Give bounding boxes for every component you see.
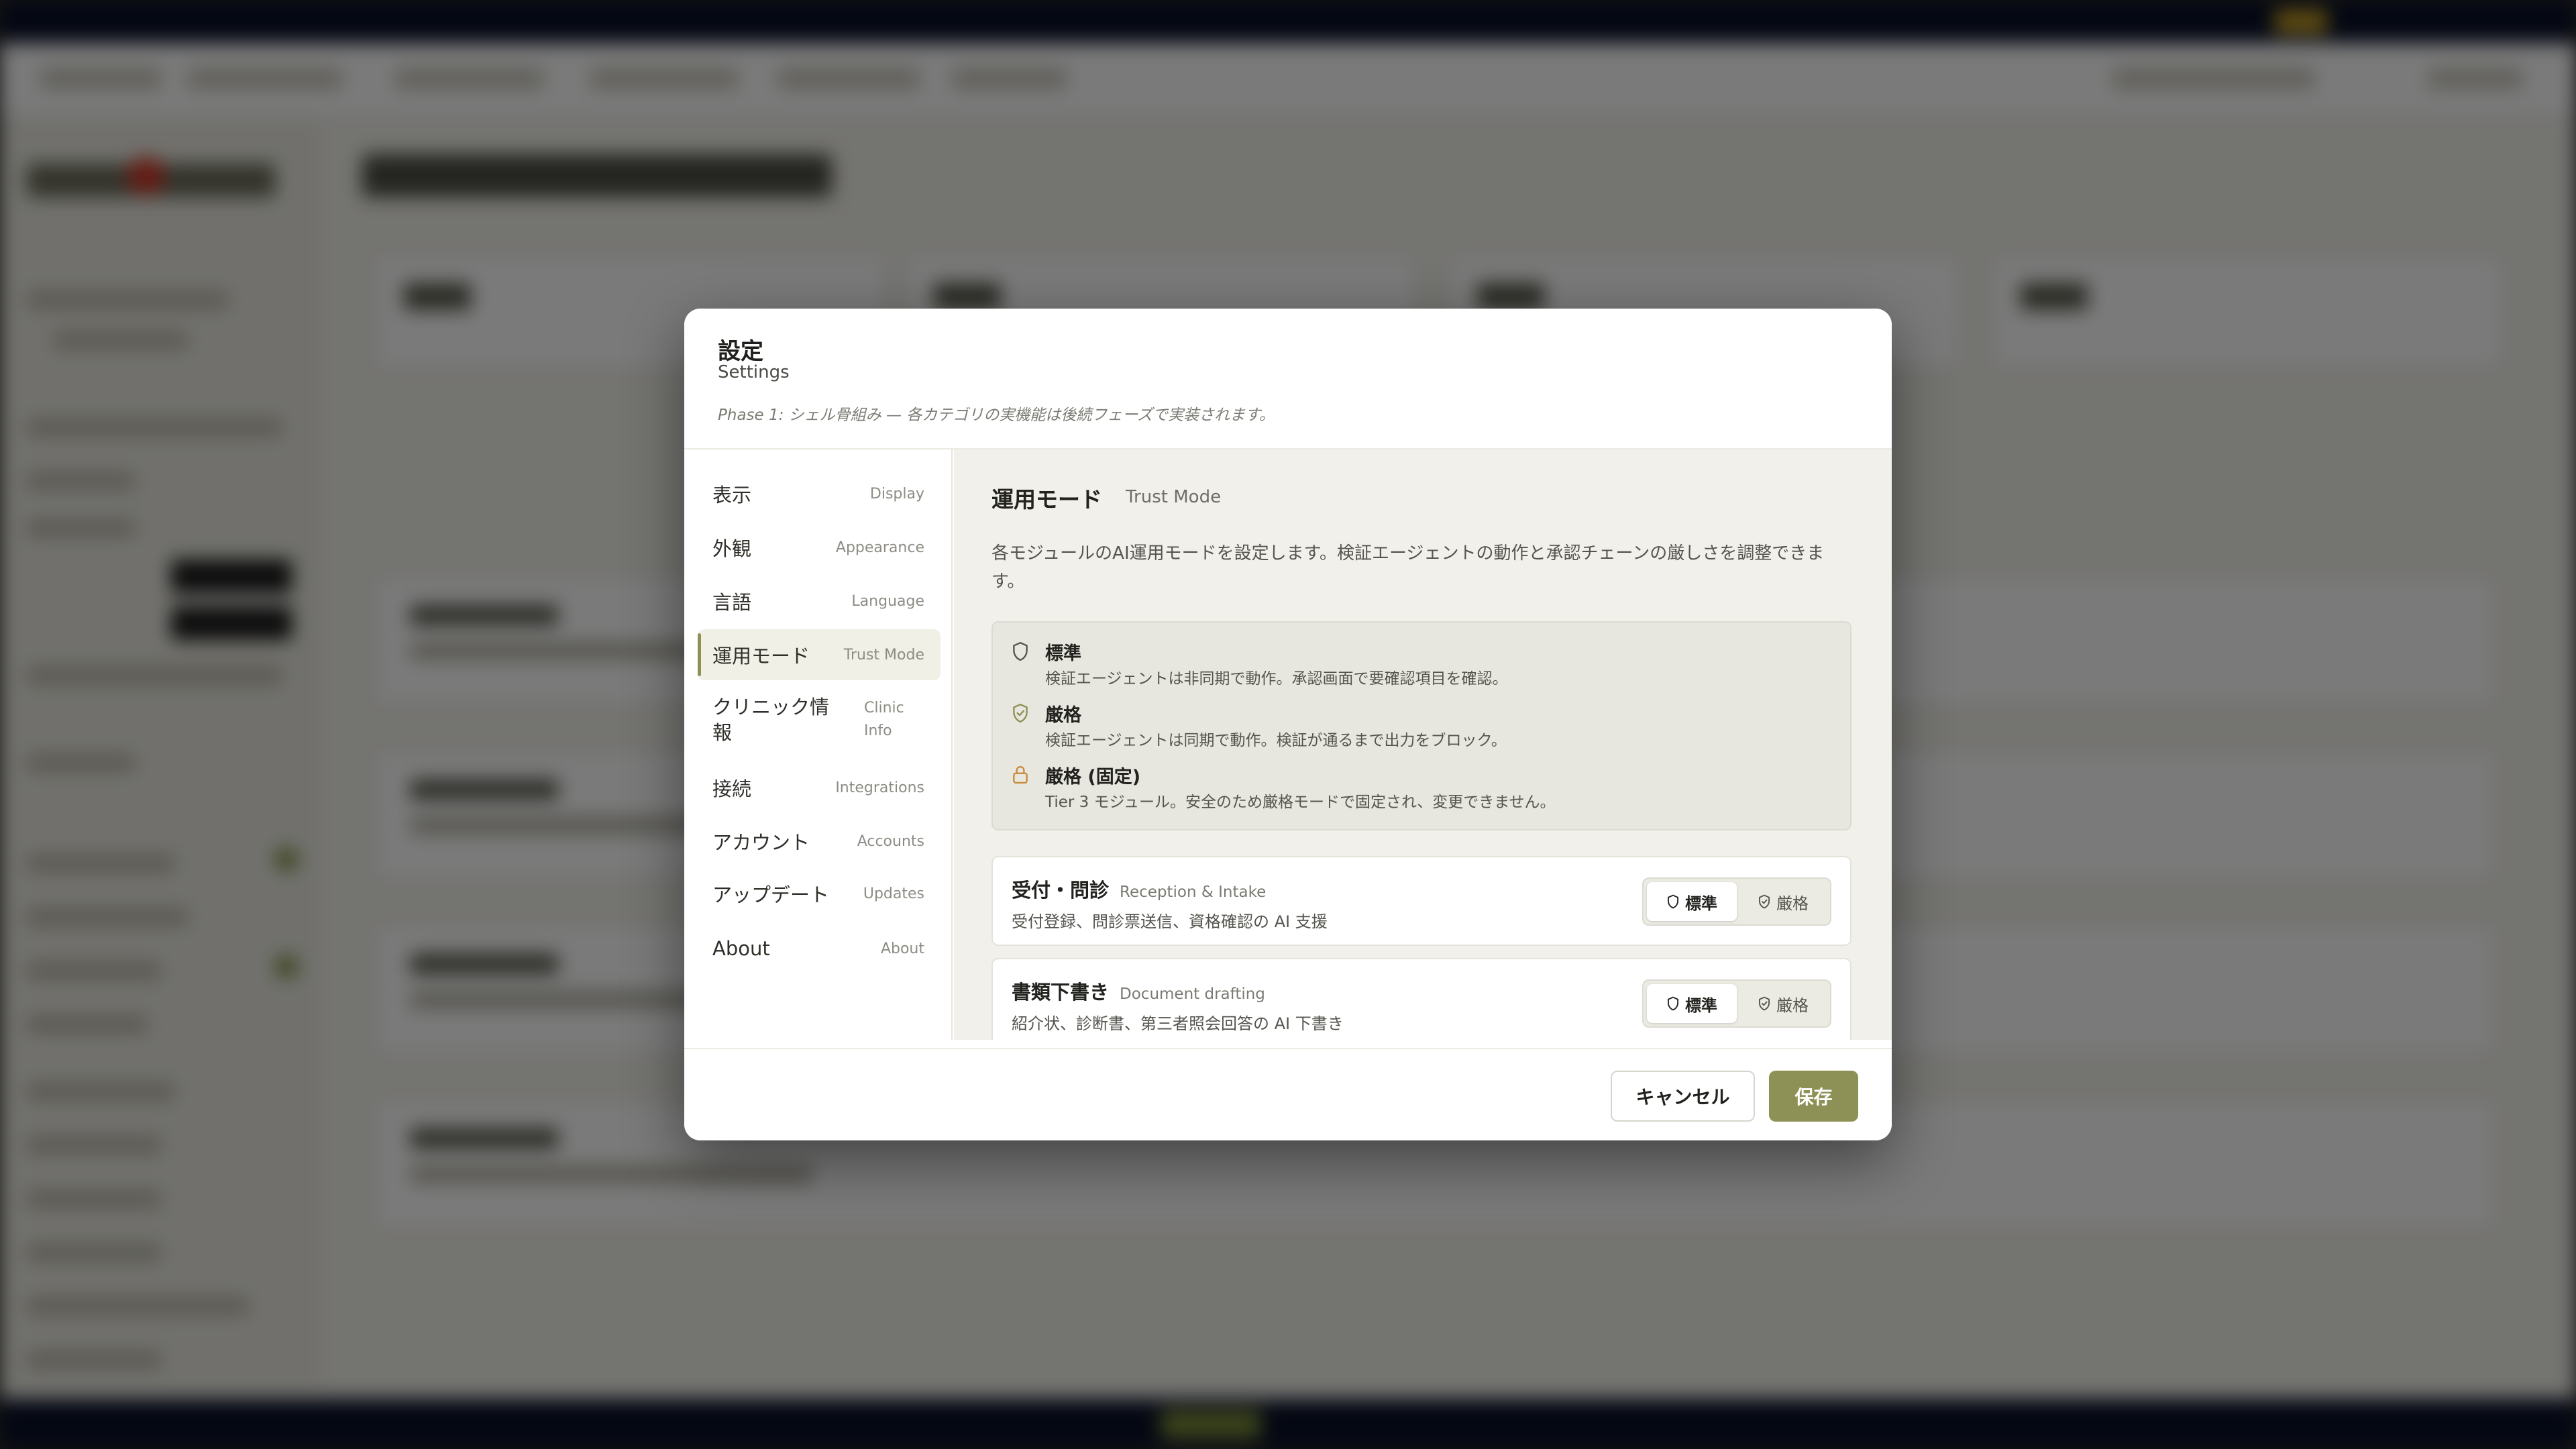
module-title: 書類下書き Document drafting xyxy=(1012,977,1265,1005)
nav-item-integrations[interactable]: 接続 Integrations xyxy=(698,762,941,813)
save-button[interactable]: 保存 xyxy=(1769,1071,1858,1122)
module-description: 紹介状、診断書、第三者照会回答の AI 下書き xyxy=(1012,1014,1344,1033)
dialog-body: 表示 Display 外観 Appearance 言語 Language 運用モ… xyxy=(684,448,1892,1040)
nav-item-label: アップデート xyxy=(712,883,830,906)
lock-icon xyxy=(1013,766,1028,784)
module-en-name: Reception & Intake xyxy=(1120,883,1267,901)
nav-item-updates[interactable]: アップデート Updates xyxy=(698,868,941,919)
nav-item-display[interactable]: 表示 Display xyxy=(698,468,941,519)
module-en-name: Document drafting xyxy=(1120,985,1265,1003)
nav-item-label: 言語 xyxy=(712,591,752,614)
dialog-subtitle: Settings xyxy=(718,362,790,382)
nav-item-accounts[interactable]: アカウント Accounts xyxy=(698,816,941,867)
module-name: 受付・問診 xyxy=(1012,879,1110,902)
nav-item-en-label: Integrations xyxy=(835,779,924,796)
nav-item-en-label: About xyxy=(880,940,924,957)
mode-strict-button[interactable]: 厳格 xyxy=(1738,882,1828,921)
section-description: 各モジュールのAI運用モードを設定します。検証エージェントの動作と承認チェーンの… xyxy=(991,543,1825,592)
legend-name: 標準 xyxy=(1045,643,1081,664)
legend-name: 厳格 xyxy=(1045,705,1081,726)
nav-item-label: 接続 xyxy=(712,777,752,800)
nav-item-en-label: Display xyxy=(869,485,924,502)
nav-item-clinic-info[interactable]: クリニック情報 Clinic Info xyxy=(698,683,941,757)
cancel-button[interactable]: キャンセル xyxy=(1611,1071,1755,1122)
legend-desc: Tier 3 モジュール。安全のため厳格モードで固定され、変更できません。 xyxy=(1045,794,1556,811)
trust-mode-panel: 運用モード Trust Mode 各モジュールのAI運用モードを設定します。検証… xyxy=(954,449,1892,1040)
nav-item-label: 外観 xyxy=(712,537,752,560)
mode-strict-label: 厳格 xyxy=(1776,996,1809,1015)
shield-outline-icon xyxy=(1667,996,1679,1011)
shield-check-icon xyxy=(1013,703,1028,723)
legend-desc: 検証エージェントは同期で動作。検証が通るまで出力をブロック。 xyxy=(1045,732,1507,749)
settings-nav: 表示 Display 外観 Appearance 言語 Language 運用モ… xyxy=(684,449,953,1040)
nav-item-label: 表示 xyxy=(712,484,752,506)
mode-standard-label: 標準 xyxy=(1685,894,1717,913)
nav-item-en-label: Clinic Info xyxy=(864,700,904,739)
shield-outline-icon xyxy=(1013,641,1028,661)
mode-toggle: 標準 厳格 xyxy=(1642,979,1831,1028)
shield-outline-icon xyxy=(1667,894,1679,909)
nav-item-label: About xyxy=(712,937,770,960)
mode-standard-label: 標準 xyxy=(1685,996,1717,1015)
nav-item-en-label: Accounts xyxy=(857,833,924,850)
phase-note: Phase 1: シェル骨組み — 各カテゴリの実機能は後続フェーズで実装されま… xyxy=(718,407,1275,424)
module-description: 受付登録、問診票送信、資格確認の AI 支援 xyxy=(1012,912,1328,931)
shield-check-icon xyxy=(1758,996,1770,1011)
mode-strict-label: 厳格 xyxy=(1776,894,1809,913)
module-card-document-drafting: 書類下書き Document drafting 紹介状、診断書、第三者照会回答の … xyxy=(991,958,1851,1040)
nav-item-trust-mode[interactable]: 運用モード Trust Mode xyxy=(698,629,941,680)
legend-desc: 検証エージェントは非同期で動作。承認画面で要確認項目を確認。 xyxy=(1045,670,1508,688)
dialog-footer: キャンセル 保存 xyxy=(684,1048,1892,1140)
dialog-header: 設定 Settings Phase 1: シェル骨組み — 各カテゴリの実機能は… xyxy=(684,309,1892,448)
nav-item-language[interactable]: 言語 Language xyxy=(698,576,941,627)
module-title: 受付・問診 Reception & Intake xyxy=(1012,875,1266,903)
shield-check-icon xyxy=(1758,894,1770,909)
nav-item-en-label: Updates xyxy=(863,885,924,902)
nav-item-label: 運用モード xyxy=(712,645,810,667)
mode-toggle: 標準 厳格 xyxy=(1642,877,1831,926)
module-card-reception: 受付・問診 Reception & Intake 受付登録、問診票送信、資格確認の… xyxy=(991,856,1851,946)
nav-item-en-label: Language xyxy=(851,592,924,610)
legend-name: 厳格 (固定) xyxy=(1045,767,1141,788)
mode-standard-button[interactable]: 標準 xyxy=(1647,984,1737,1023)
settings-dialog: 設定 Settings Phase 1: シェル骨組み — 各カテゴリの実機能は… xyxy=(684,309,1892,1140)
mode-standard-button[interactable]: 標準 xyxy=(1647,882,1737,921)
mode-legend: 標準 検証エージェントは非同期で動作。承認画面で要確認項目を確認。 厳格 検証エ… xyxy=(991,621,1851,830)
nav-item-en-label: Trust Mode xyxy=(843,646,924,663)
section-subtitle: Trust Mode xyxy=(1126,487,1222,507)
mode-strict-button[interactable]: 厳格 xyxy=(1738,984,1828,1023)
dialog-title: 設定 xyxy=(718,338,763,365)
nav-item-appearance[interactable]: 外観 Appearance xyxy=(698,522,941,573)
module-name: 書類下書き xyxy=(1012,981,1110,1004)
section-title: 運用モード xyxy=(991,486,1102,513)
nav-item-label: クリニック情報 xyxy=(712,696,830,744)
nav-item-label: アカウント xyxy=(712,831,810,854)
nav-item-about[interactable]: About About xyxy=(698,923,941,974)
nav-item-en-label: Appearance xyxy=(835,539,924,556)
